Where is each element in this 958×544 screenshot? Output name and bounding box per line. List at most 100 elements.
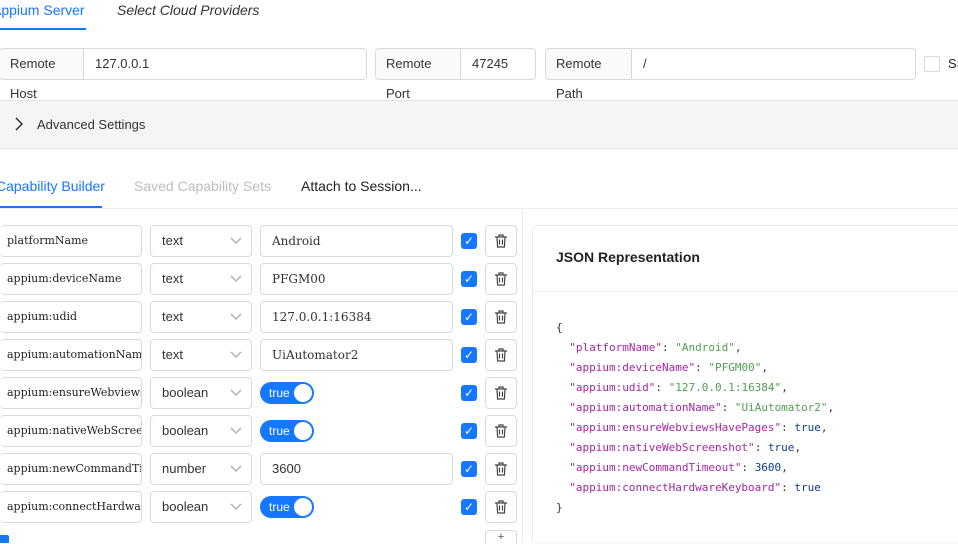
delete-button[interactable] xyxy=(485,263,517,295)
json-panel-divider xyxy=(533,291,958,292)
capability-value-input[interactable]: PFGM00 xyxy=(260,263,453,295)
json-open-brace: { xyxy=(556,321,563,334)
capability-name-input[interactable]: appium:connectHardwareKeyboard xyxy=(0,491,142,523)
capability-name-input[interactable]: platformName xyxy=(0,225,142,257)
json-value: true xyxy=(794,481,821,494)
capability-type-value: boolean xyxy=(162,499,209,514)
advanced-settings-panel[interactable]: Advanced Settings xyxy=(0,100,958,149)
json-value: "PFGM00" xyxy=(708,361,762,374)
delete-button[interactable] xyxy=(485,339,517,371)
toggle-knob xyxy=(294,384,312,402)
capability-row: appium:newCommandTimeout number 3600 ✓ xyxy=(0,453,530,485)
chevron-down-icon xyxy=(230,416,242,457)
capability-type-select[interactable]: boolean xyxy=(150,415,252,447)
json-key: "appium:connectHardwareKeyboard" xyxy=(569,481,782,494)
capability-type-value: boolean xyxy=(162,423,209,438)
remote-port-input[interactable]: 47245 xyxy=(461,48,536,80)
toggle-knob xyxy=(294,422,312,440)
capability-value-input[interactable]: UiAutomator2 xyxy=(260,339,453,371)
capability-type-select[interactable]: number xyxy=(150,453,252,485)
chevron-down-icon xyxy=(230,492,242,533)
capability-value-toggle[interactable]: true xyxy=(260,420,314,442)
check-icon[interactable]: ✓ xyxy=(461,233,477,249)
capability-name-input[interactable]: appium:deviceName xyxy=(0,263,142,295)
chevron-down-icon xyxy=(230,226,242,267)
capability-value-input[interactable]: Android xyxy=(260,225,453,257)
trash-icon xyxy=(495,310,507,324)
json-value: "127.0.0.1:16384" xyxy=(668,381,782,394)
ssl-label: SSL xyxy=(948,56,958,71)
capability-name-input[interactable]: appium:udid xyxy=(0,301,142,333)
capability-type-select[interactable]: boolean xyxy=(150,491,252,523)
json-close-brace: } xyxy=(556,501,563,514)
capability-row: appium:deviceName text PFGM00 ✓ xyxy=(0,263,530,295)
capability-name-input[interactable]: appium:ensureWebviewsHavePages xyxy=(0,377,142,409)
capability-name-input[interactable]: appium:newCommandTimeout xyxy=(0,453,142,485)
tab-saved-capability-sets[interactable]: Saved Capability Sets xyxy=(134,177,271,195)
delete-button[interactable] xyxy=(485,415,517,447)
capability-value-toggle[interactable]: true xyxy=(260,496,314,518)
json-key: "appium:deviceName" xyxy=(569,361,696,374)
chevron-down-icon xyxy=(230,264,242,305)
check-icon[interactable]: ✓ xyxy=(461,385,477,401)
json-panel-title: JSON Representation xyxy=(556,249,700,265)
capability-type-select[interactable]: text xyxy=(150,263,252,295)
capability-row: appium:ensureWebviewsHavePages boolean t… xyxy=(0,377,530,409)
json-value: 3600 xyxy=(754,461,782,474)
tab-select-cloud-providers[interactable]: Select Cloud Providers xyxy=(117,0,259,30)
remote-host-input[interactable]: 127.0.0.1 xyxy=(84,48,367,80)
trash-icon xyxy=(495,386,507,400)
remote-path-input[interactable]: / xyxy=(632,48,916,80)
capability-name-input[interactable]: appium:nativeWebScreenshot xyxy=(0,415,142,447)
remote-host-label: Remote Host xyxy=(0,48,84,101)
add-capability-button[interactable]: + xyxy=(485,530,517,544)
check-icon[interactable]: ✓ xyxy=(461,499,477,515)
delete-button[interactable] xyxy=(485,377,517,409)
delete-button[interactable] xyxy=(485,453,517,485)
chevron-right-icon xyxy=(14,117,24,134)
capability-type-value: number xyxy=(162,461,207,476)
ssl-checkbox[interactable] xyxy=(924,56,940,72)
capability-type-value: boolean xyxy=(162,385,209,400)
capability-type-value: text xyxy=(162,233,183,248)
delete-button[interactable] xyxy=(485,301,517,333)
check-icon[interactable]: ✓ xyxy=(461,309,477,325)
check-icon[interactable]: ✓ xyxy=(461,461,477,477)
delete-button[interactable] xyxy=(485,225,517,257)
check-icon[interactable]: ✓ xyxy=(461,271,477,287)
capability-type-select[interactable]: boolean xyxy=(150,377,252,409)
json-value: "Android" xyxy=(675,341,735,354)
check-icon[interactable]: ✓ xyxy=(461,347,477,363)
json-key: "platformName" xyxy=(569,341,662,354)
capability-name-input[interactable]: appium:automationName xyxy=(0,339,142,371)
toggle-label: true xyxy=(269,386,290,400)
capability-value-input[interactable]: 3600 xyxy=(260,453,453,485)
capability-type-select[interactable]: text xyxy=(150,225,252,257)
delete-button[interactable] xyxy=(485,491,517,523)
capability-value-toggle[interactable]: true xyxy=(260,382,314,404)
tab-attach-to-session[interactable]: Attach to Session... xyxy=(301,177,422,195)
capability-row: platformName text Android ✓ xyxy=(0,225,530,257)
new-capability-checkbox[interactable] xyxy=(0,535,9,543)
trash-icon xyxy=(495,348,507,362)
capability-type-select[interactable]: text xyxy=(150,301,252,333)
capability-type-value: text xyxy=(162,309,183,324)
json-value: true xyxy=(767,441,795,454)
capability-value-input[interactable]: 127.0.0.1:16384 xyxy=(260,301,453,333)
chevron-down-icon xyxy=(230,340,242,381)
remote-port-label: Remote Port xyxy=(375,48,461,101)
tab-capability-builder[interactable]: Capability Builder xyxy=(0,177,105,195)
capability-type-select[interactable]: text xyxy=(150,339,252,371)
advanced-settings-label: Advanced Settings xyxy=(37,117,146,132)
cap-tab-active-indicator xyxy=(0,206,102,208)
check-icon[interactable]: ✓ xyxy=(461,423,477,439)
tab-divider xyxy=(0,208,958,209)
trash-icon xyxy=(495,500,507,514)
capability-type-value: text xyxy=(162,271,183,286)
capability-row: appium:connectHardwareKeyboard boolean t… xyxy=(0,491,530,523)
json-value: true xyxy=(794,421,821,434)
tab-appium-server[interactable]: Appium Server xyxy=(0,0,85,30)
chevron-down-icon xyxy=(230,454,242,495)
json-value: "UiAutomator2" xyxy=(734,401,828,414)
trash-icon xyxy=(495,424,507,438)
